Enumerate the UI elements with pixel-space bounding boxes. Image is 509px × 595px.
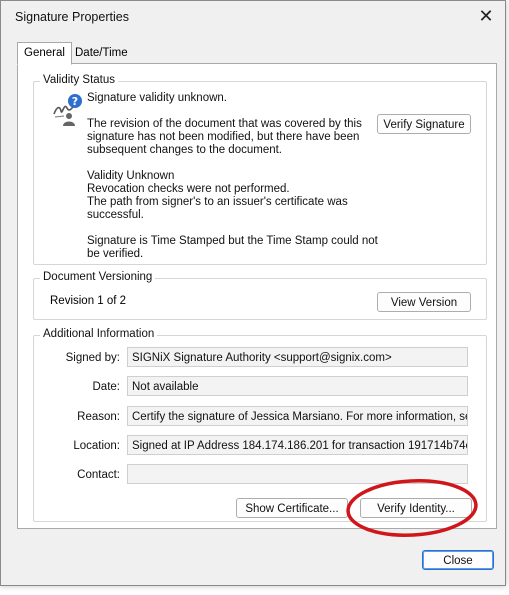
tab-general[interactable]: General [17,42,72,65]
text-line: signature has not been modified, but the… [87,131,360,143]
text-line: Signature is Time Stamped but the Time S… [87,235,378,247]
reason-label: Reason: [77,411,120,423]
contact-label: Contact: [77,469,120,481]
location-label: Location: [73,440,120,452]
tab-date-time[interactable]: Date/Time [68,42,135,64]
signature-unknown-icon: ? [53,94,82,126]
additional-information-title: Additional Information [40,328,158,340]
validity-status-group: Validity Status ? Signature validity unk… [33,74,487,265]
text-line: Revocation checks were not performed. [87,183,290,195]
validity-status-title: Validity Status [40,74,119,86]
dialog-title: Signature Properties [15,10,129,24]
text-line: be verified. [87,248,144,260]
date-field[interactable]: Not available [127,376,468,396]
document-versioning-group: Document Versioning Revision 1 of 2 View… [33,271,487,320]
text-line: subsequent changes to the document. [87,144,283,156]
document-versioning-title: Document Versioning [40,271,156,283]
text-line: successful. [87,209,144,221]
svg-text:?: ? [72,95,78,108]
verify-signature-button[interactable]: Verify Signature [377,114,471,134]
show-certificate-button[interactable]: Show Certificate... [236,498,348,518]
location-field[interactable]: Signed at IP Address 184.174.186.201 for… [127,435,468,455]
general-tab-panel: Validity Status ? Signature validity unk… [17,63,497,529]
validity-paragraph-2: Validity Unknown Revocation checks were … [87,170,348,222]
validity-headline: Signature validity unknown. [87,92,227,104]
text-line: The path from signer's to an issuer's ce… [87,196,348,208]
text-line: Validity Unknown [87,170,175,182]
validity-paragraph-1: The revision of the document that was co… [87,118,362,157]
signed-by-field[interactable]: SIGNiX Signature Authority <support@sign… [127,347,468,367]
revision-text: Revision 1 of 2 [50,295,127,307]
text-line: The revision of the document that was co… [87,118,362,130]
signed-by-label: Signed by: [65,352,120,364]
view-version-button[interactable]: View Version [377,292,471,312]
close-button[interactable]: Close [422,550,494,570]
annotation-circle-icon [346,479,478,537]
reason-field[interactable]: Certify the signature of Jessica Marsian… [127,406,468,426]
title-bar: Signature Properties ✕ [1,1,505,31]
date-label: Date: [92,381,121,393]
close-icon[interactable]: ✕ [475,5,497,27]
validity-paragraph-3: Signature is Time Stamped but the Time S… [87,235,378,261]
